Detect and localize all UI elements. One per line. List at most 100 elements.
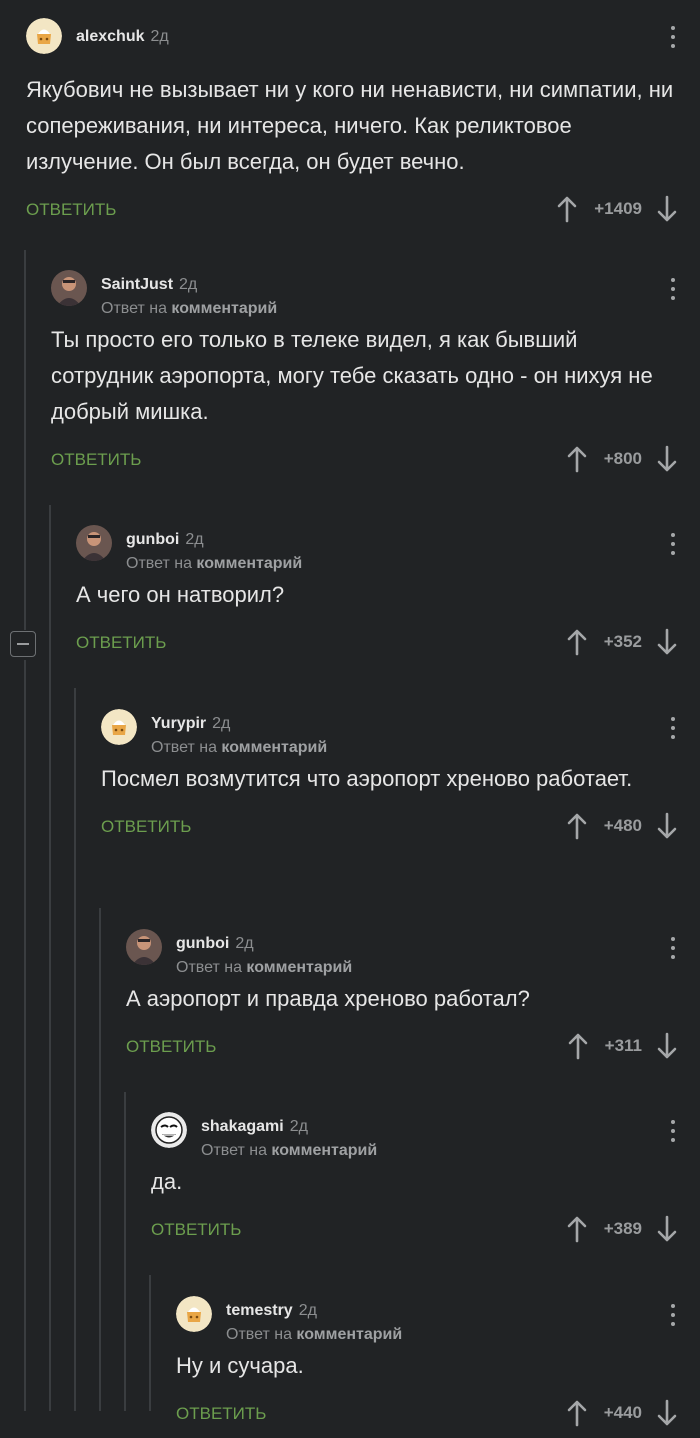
comment-footer: ОТВЕТИТЬ +440 [176, 1398, 700, 1438]
thread-line [49, 505, 51, 1411]
reply-to-prefix: Ответ на [201, 1142, 267, 1159]
more-options-icon[interactable] [668, 937, 678, 963]
comment-footer: ОТВЕТИТЬ +352 [76, 627, 700, 667]
thread-line [99, 908, 101, 1411]
avatar[interactable] [151, 1112, 187, 1148]
upvote-arrow-icon[interactable] [567, 1032, 589, 1060]
author-name[interactable]: gunboi [126, 531, 179, 548]
author-name[interactable]: SaintJust [101, 276, 173, 293]
vote-controls: +311 [567, 1031, 678, 1061]
thread-line [74, 688, 76, 1411]
comment-header: shakagami 2д Ответ на комментарий [151, 1112, 700, 1160]
vote-controls: +1409 [556, 194, 678, 224]
thread-line [124, 1092, 126, 1411]
reply-to-line: Ответ на комментарий [126, 555, 302, 573]
comment-time: 2д [179, 276, 198, 293]
reply-to-link[interactable]: комментарий [196, 555, 302, 572]
more-options-icon[interactable] [668, 533, 678, 559]
comment-text: да. [151, 1169, 183, 1194]
avatar[interactable] [101, 709, 137, 745]
comment: SaintJust 2д Ответ на комментарий Ты прос… [51, 270, 700, 484]
comment-header: SaintJust 2д Ответ на комментарий [51, 270, 700, 318]
avatar[interactable] [176, 1296, 212, 1332]
reply-button[interactable]: ОТВЕТИТЬ [101, 817, 191, 837]
more-options-icon[interactable] [668, 26, 678, 52]
upvote-arrow-icon[interactable] [566, 812, 588, 840]
reply-to-prefix: Ответ на [151, 739, 217, 756]
comment-footer: ОТВЕТИТЬ +800 [51, 444, 700, 484]
comment-text: А аэропорт и правда хреново работал? [126, 986, 530, 1011]
comment-header: alexchuk 2д [26, 18, 700, 58]
comment-footer: ОТВЕТИТЬ +1409 [26, 194, 700, 234]
comment-text: Ну и сучара. [176, 1353, 304, 1378]
upvote-arrow-icon[interactable] [566, 445, 588, 473]
upvote-arrow-icon[interactable] [566, 1215, 588, 1243]
downvote-arrow-icon[interactable] [656, 628, 678, 656]
upvote-arrow-icon[interactable] [566, 628, 588, 656]
avatar[interactable] [26, 18, 62, 54]
comment-footer: ОТВЕТИТЬ +311 [126, 1031, 700, 1071]
more-options-icon[interactable] [668, 717, 678, 743]
author-name[interactable]: gunboi [176, 935, 229, 952]
avatar[interactable] [126, 929, 162, 965]
comment-time: 2д [185, 531, 204, 548]
comment-text: Ты просто его только в телеке видел, я к… [51, 327, 653, 424]
comment-time: 2д [289, 1118, 308, 1135]
vote-controls: +480 [566, 811, 678, 841]
author-name[interactable]: Yurypir [151, 715, 206, 732]
default-avatar-icon [26, 18, 62, 54]
reply-button[interactable]: ОТВЕТИТЬ [26, 200, 116, 220]
author-line: SaintJust 2д [101, 276, 197, 294]
comment-header: temestry 2д Ответ на комментарий [176, 1296, 700, 1344]
reply-to-line: Ответ на комментарий [226, 1326, 402, 1344]
collapse-thread-button[interactable] [10, 631, 36, 657]
vote-controls: +440 [566, 1398, 678, 1428]
upvote-arrow-icon[interactable] [556, 195, 578, 223]
avatar[interactable] [51, 270, 87, 306]
comment-score: +800 [603, 449, 642, 468]
comment: temestry 2д Ответ на комментарий Ну и суч… [176, 1296, 700, 1438]
comment-time: 2д [298, 1302, 317, 1319]
author-line: shakagami 2д [201, 1118, 308, 1136]
reply-to-line: Ответ на комментарий [201, 1142, 377, 1160]
downvote-arrow-icon[interactable] [656, 195, 678, 223]
more-options-icon[interactable] [668, 1120, 678, 1146]
more-options-icon[interactable] [668, 1304, 678, 1330]
author-name[interactable]: temestry [226, 1302, 293, 1319]
reply-button[interactable]: ОТВЕТИТЬ [126, 1037, 216, 1057]
reply-to-link[interactable]: комментарий [246, 959, 352, 976]
comment-time: 2д [212, 715, 231, 732]
thread-line [24, 250, 26, 630]
reply-to-link[interactable]: комментарий [171, 300, 277, 317]
comment: shakagami 2д Ответ на комментарий да. ОТВ… [151, 1112, 700, 1254]
comment-header: gunboi 2д Ответ на комментарий [76, 525, 700, 573]
reply-button[interactable]: ОТВЕТИТЬ [151, 1220, 241, 1240]
reply-to-link[interactable]: комментарий [271, 1142, 377, 1159]
comment: gunboi 2д Ответ на комментарий А аэропорт… [126, 929, 700, 1071]
reply-button[interactable]: ОТВЕТИТЬ [76, 633, 166, 653]
author-line: temestry 2д [226, 1302, 317, 1320]
photo-avatar-icon [51, 270, 87, 306]
default-avatar-icon [101, 709, 137, 745]
more-options-icon[interactable] [668, 278, 678, 304]
reply-to-link[interactable]: комментарий [296, 1326, 402, 1343]
vote-controls: +800 [566, 444, 678, 474]
author-name[interactable]: alexchuk [76, 28, 144, 45]
downvote-arrow-icon[interactable] [656, 445, 678, 473]
author-name[interactable]: shakagami [201, 1118, 284, 1135]
downvote-arrow-icon[interactable] [656, 1215, 678, 1243]
comment-time: 2д [150, 28, 169, 45]
upvote-arrow-icon[interactable] [566, 1399, 588, 1427]
downvote-arrow-icon[interactable] [656, 812, 678, 840]
comment-score: +389 [603, 1219, 642, 1238]
comment-time: 2д [235, 935, 254, 952]
comment-score: +311 [604, 1036, 642, 1055]
reply-button[interactable]: ОТВЕТИТЬ [51, 450, 141, 470]
avatar[interactable] [76, 525, 112, 561]
comment: alexchuk 2д Якубович не вызывает ни у ког… [26, 18, 700, 234]
downvote-arrow-icon[interactable] [656, 1032, 678, 1060]
comment-footer: ОТВЕТИТЬ +389 [151, 1214, 700, 1254]
reply-button[interactable]: ОТВЕТИТЬ [176, 1404, 266, 1424]
reply-to-link[interactable]: комментарий [221, 739, 327, 756]
downvote-arrow-icon[interactable] [656, 1399, 678, 1427]
